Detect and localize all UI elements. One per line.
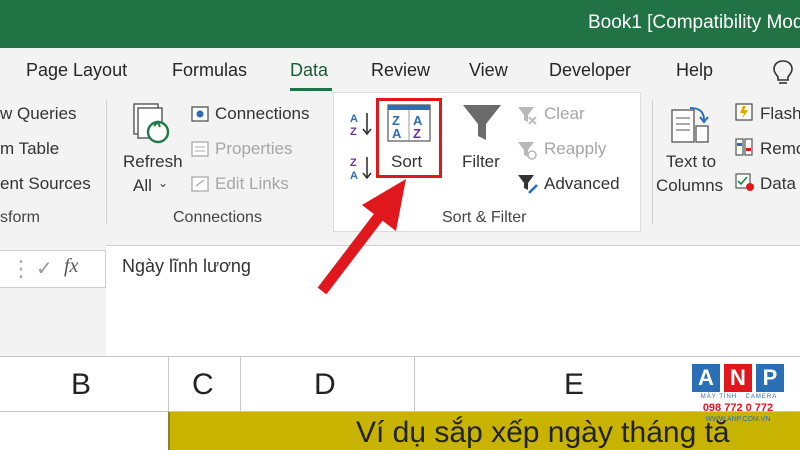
logo-tagline: MÁY TÍNH · CAMERA: [700, 394, 778, 400]
tab-view[interactable]: View: [469, 60, 508, 81]
cancel-entry-icon[interactable]: ⋮: [10, 256, 32, 282]
cell-text: Ví dụ sắp xếp ngày tháng tă: [356, 416, 730, 449]
window-title: Book1 [Compatibility Mode: [588, 12, 800, 33]
title-bar: Book1 [Compatibility Mode: [0, 0, 800, 48]
sort-highlight-box: [376, 98, 442, 178]
refresh-label[interactable]: Refresh: [123, 152, 183, 172]
advanced-button[interactable]: Advanced: [544, 174, 620, 194]
logo-letter-a: A: [692, 364, 720, 392]
logo-letter-p: P: [756, 364, 784, 392]
anp-logo: A N P MÁY TÍNH · CAMERA 098 772 0 772 WW…: [690, 362, 786, 432]
remove-duplicates-button[interactable]: Remo: [760, 139, 800, 159]
group-divider: [106, 100, 107, 224]
logo-letter-n: N: [724, 364, 752, 392]
svg-text:Z: Z: [350, 126, 357, 138]
properties-icon: [191, 141, 209, 157]
cell-border: [168, 412, 170, 450]
tab-help[interactable]: Help: [676, 60, 713, 81]
remove-duplicates-icon: [735, 138, 753, 156]
clear-button[interactable]: Clear: [544, 104, 585, 124]
column-divider: [240, 356, 241, 412]
clear-filter-icon: [518, 107, 537, 125]
column-divider: [168, 356, 169, 412]
ribbon-tabs: Page Layout Formulas Data Review View De…: [0, 48, 800, 94]
edit-links-icon: [191, 176, 209, 192]
filter-funnel-icon[interactable]: [461, 102, 503, 144]
tab-data[interactable]: Data: [290, 60, 328, 81]
filter-label[interactable]: Filter: [462, 152, 500, 172]
sort-filter-group-label: Sort & Filter: [442, 209, 527, 226]
text-to-columns-label-line2[interactable]: Columns: [656, 176, 723, 196]
chevron-down-icon[interactable]: ⌄: [158, 176, 168, 190]
connections-group-label: Connections: [173, 209, 262, 226]
connections-icon: [191, 106, 209, 122]
refresh-all-label[interactable]: All: [133, 176, 152, 196]
lightbulb-icon[interactable]: [770, 58, 796, 86]
data-validation-icon: [735, 173, 754, 191]
svg-text:Z: Z: [350, 157, 357, 169]
column-header-c[interactable]: C: [192, 368, 214, 402]
flash-fill-button[interactable]: Flash: [760, 104, 800, 124]
recent-sources-button[interactable]: ent Sources: [0, 174, 91, 194]
text-to-columns-label-line1[interactable]: Text to: [666, 152, 716, 172]
group-divider: [652, 100, 653, 224]
column-header-e[interactable]: E: [564, 368, 584, 402]
column-divider: [414, 356, 415, 412]
formula-value: Ngày lĩnh lương: [122, 256, 251, 276]
from-table-button[interactable]: m Table: [0, 139, 59, 159]
connections-button[interactable]: Connections: [215, 104, 310, 124]
annotation-arrow-icon: [317, 179, 406, 295]
tab-developer[interactable]: Developer: [549, 60, 631, 81]
properties-button[interactable]: Properties: [215, 139, 292, 159]
column-header-b[interactable]: B: [71, 368, 91, 402]
text-to-columns-icon[interactable]: [668, 104, 712, 148]
column-headers: [0, 356, 800, 412]
logo-website: WWW.ANP.COM.VN: [705, 416, 771, 423]
logo-phone: 098 772 0 772: [702, 402, 774, 414]
reapply-button[interactable]: Reapply: [544, 139, 606, 159]
reapply-icon: [518, 142, 537, 160]
active-tab-indicator: [290, 88, 332, 91]
sort-a-to-z-icon[interactable]: A Z: [348, 110, 374, 138]
insert-function-icon[interactable]: fx: [64, 255, 78, 278]
get-transform-group-label: sform: [0, 209, 40, 226]
flash-fill-icon: [735, 103, 753, 121]
data-validation-button[interactable]: Data: [760, 174, 796, 194]
confirm-entry-icon[interactable]: ✓: [36, 256, 53, 281]
column-header-d[interactable]: D: [314, 368, 336, 402]
new-queries-button[interactable]: w Queries: [0, 104, 77, 124]
tab-page-layout[interactable]: Page Layout: [26, 60, 127, 81]
refresh-all-icon: [133, 103, 170, 144]
tab-review[interactable]: Review: [371, 60, 430, 81]
edit-links-button[interactable]: Edit Links: [215, 174, 289, 194]
tab-formulas[interactable]: Formulas: [172, 60, 247, 81]
svg-text:A: A: [350, 113, 358, 125]
advanced-filter-icon: [518, 175, 538, 194]
